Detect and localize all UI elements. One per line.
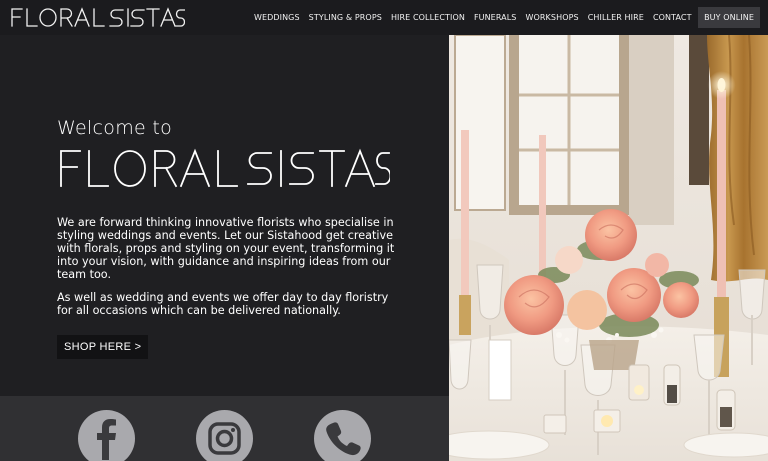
hero-photo-table-centerpiece [449, 35, 768, 461]
brand-wordmark [58, 148, 392, 192]
nav-contact[interactable]: CONTACT [648, 7, 696, 28]
main-nav: WEDDINGS STYLING & PROPS HIRE COLLECTION… [249, 7, 760, 28]
phone-icon[interactable] [314, 410, 371, 461]
facebook-icon[interactable] [78, 410, 135, 461]
delivery-paragraph: As well as wedding and events we offer d… [57, 291, 389, 317]
nav-buy-online-button[interactable]: BUY ONLINE [698, 7, 760, 28]
welcome-heading: Welcome to [57, 117, 173, 139]
nav-hire-collection[interactable]: HIRE COLLECTION [386, 7, 469, 28]
site-logo[interactable] [10, 6, 185, 28]
nav-weddings[interactable]: WEDDINGS [249, 7, 304, 28]
social-links [0, 396, 449, 461]
hero-section: Welcome to We are forward thinking innov… [0, 35, 449, 396]
intro-paragraph: We are forward thinking innovative flori… [57, 216, 395, 281]
nav-funerals[interactable]: FUNERALS [469, 7, 521, 28]
shop-here-button[interactable]: SHOP HERE > [57, 335, 149, 359]
top-navigation-bar: WEDDINGS STYLING & PROPS HIRE COLLECTION… [0, 0, 768, 35]
nav-chiller-hire[interactable]: CHILLER HIRE [583, 7, 648, 28]
nav-styling-props[interactable]: STYLING & PROPS [304, 7, 386, 28]
instagram-icon[interactable] [196, 410, 253, 461]
nav-workshops[interactable]: WORKSHOPS [521, 7, 583, 28]
